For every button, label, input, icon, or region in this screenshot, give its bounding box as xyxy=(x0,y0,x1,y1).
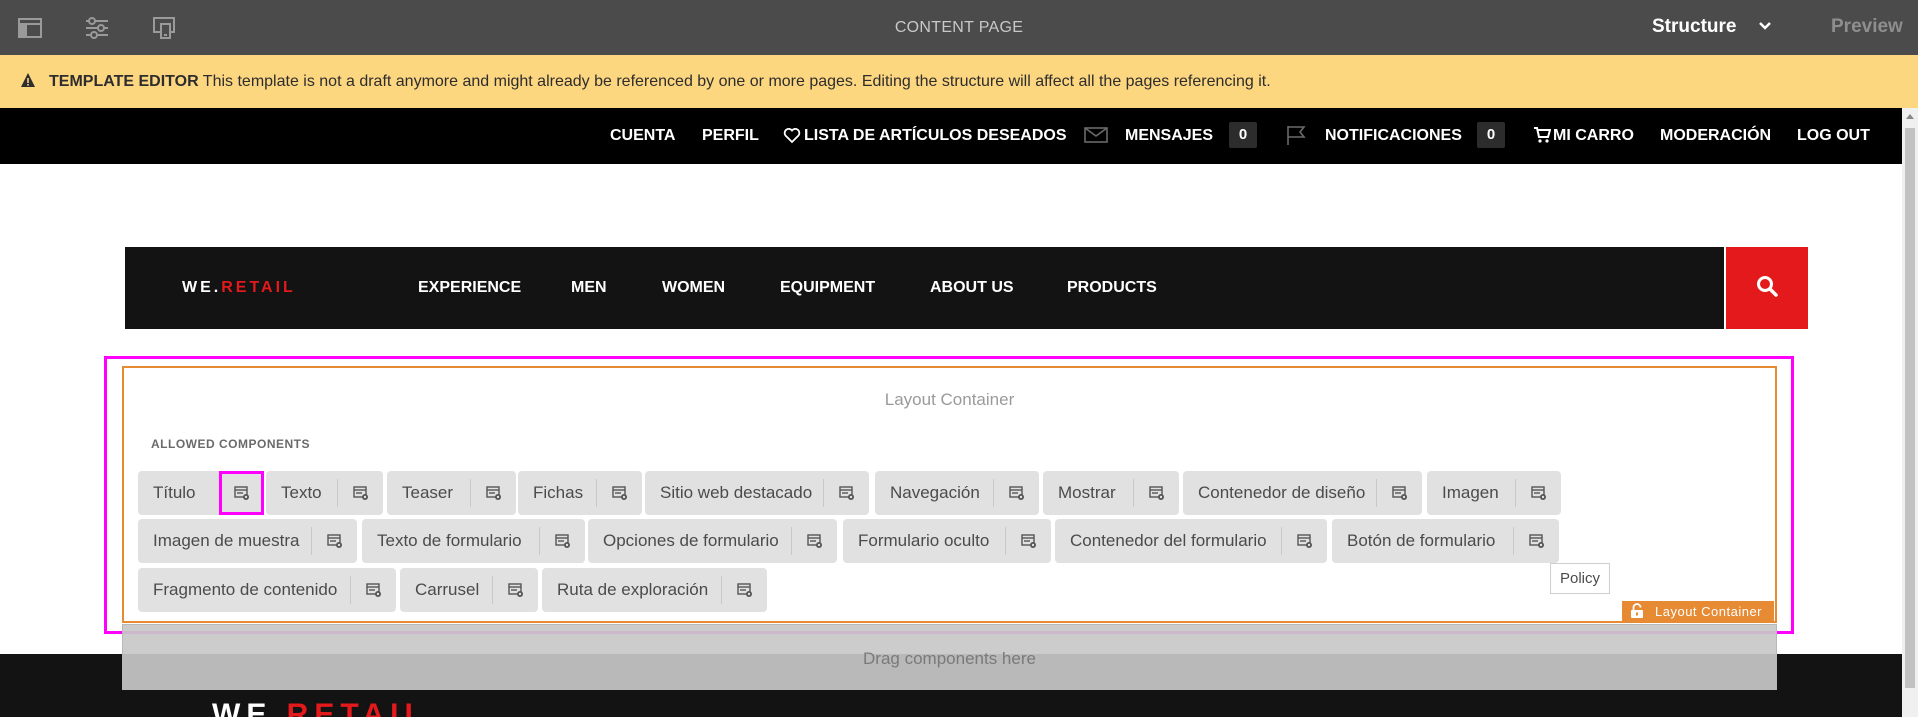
footer-logo: WE.RETAIL xyxy=(212,700,429,717)
component-label: Mostrar xyxy=(1058,483,1116,502)
component-chip[interactable]: Opciones de formulario xyxy=(588,519,837,563)
policy-tooltip: Policy xyxy=(1550,563,1610,594)
nav-moderacion[interactable]: MODERACIÓN xyxy=(1660,108,1771,164)
component-chip[interactable]: Texto xyxy=(266,471,383,515)
nav-perfil[interactable]: PERFIL xyxy=(702,108,759,164)
logo-retail: RETAIL xyxy=(221,279,296,296)
allowed-components-title: ALLOWED COMPONENTS xyxy=(151,437,310,451)
component-chip[interactable]: Título xyxy=(138,471,264,515)
envelope-icon xyxy=(1084,126,1108,144)
policy-icon[interactable] xyxy=(994,471,1039,515)
component-chip[interactable]: Teaser xyxy=(387,471,516,515)
component-label: Contenedor del formulario xyxy=(1070,531,1267,550)
footer-logo-we: WE. xyxy=(212,700,287,717)
component-label: Botón de formulario xyxy=(1347,531,1496,550)
scroll-up-arrow-icon[interactable] xyxy=(1904,110,1916,122)
component-label: Sitio web destacado xyxy=(660,483,813,502)
layout-container-tag-label: Layout Container xyxy=(1655,604,1763,619)
footer-logo-retail: RETAIL xyxy=(286,700,429,717)
policy-icon[interactable] xyxy=(351,568,396,612)
component-chip[interactable]: Imagen xyxy=(1427,471,1561,515)
policy-icon[interactable] xyxy=(540,519,585,563)
layout-container-title: Layout Container xyxy=(884,390,1015,409)
banner-label: TEMPLATE EDITOR xyxy=(49,73,199,90)
policy-icon[interactable] xyxy=(1377,471,1422,515)
heart-icon xyxy=(783,126,801,144)
main-nav-about-us[interactable]: ABOUT US xyxy=(930,247,1014,329)
component-chip[interactable]: Formulario oculto xyxy=(843,519,1051,563)
nav-mi-carro[interactable]: MI CARRO xyxy=(1553,108,1634,164)
mensajes-count-badge: 0 xyxy=(1229,122,1257,148)
component-chip[interactable]: Navegación xyxy=(875,471,1039,515)
main-nav-men[interactable]: MEN xyxy=(571,247,607,329)
component-chip[interactable]: Fragmento de contenido xyxy=(138,568,396,612)
banner-message: TEMPLATE EDITOR This template is not a d… xyxy=(49,55,1271,108)
policy-icon[interactable] xyxy=(1516,471,1561,515)
main-nav-women[interactable]: WOMEN xyxy=(662,247,725,329)
component-label: Texto de formulario xyxy=(377,531,522,550)
site-header xyxy=(125,247,1724,329)
policy-icon[interactable] xyxy=(1282,519,1327,563)
flag-icon xyxy=(1285,124,1307,146)
policy-icon[interactable] xyxy=(1514,519,1559,563)
page-title: CONTENT PAGE xyxy=(894,19,1024,36)
component-chip[interactable]: Carrusel xyxy=(400,568,538,612)
search-button[interactable] xyxy=(1726,247,1808,329)
component-chip[interactable]: Texto de formulario xyxy=(362,519,585,563)
drag-zone-label: Drag components here xyxy=(863,649,1036,668)
component-chip[interactable]: Ruta de exploración xyxy=(542,568,767,612)
nav-log-out[interactable]: LOG OUT xyxy=(1797,108,1870,164)
component-label: Contenedor de diseño xyxy=(1198,483,1366,502)
nav-notificaciones[interactable]: NOTIFICACIONES xyxy=(1325,108,1462,164)
nav-cuenta[interactable]: CUENTA xyxy=(610,108,675,164)
preview-button[interactable]: Preview xyxy=(1831,14,1903,40)
cart-icon xyxy=(1533,126,1552,144)
component-label: Imagen xyxy=(1442,483,1499,502)
main-nav-experience[interactable]: EXPERIENCE xyxy=(418,247,521,329)
main-nav-equipment[interactable]: EQUIPMENT xyxy=(780,247,875,329)
policy-icon[interactable] xyxy=(792,519,837,563)
component-label: Fragmento de contenido xyxy=(153,580,338,599)
component-chip[interactable]: Botón de formulario xyxy=(1332,519,1559,563)
component-chip[interactable]: Mostrar xyxy=(1043,471,1179,515)
logo-we: WE. xyxy=(182,279,222,296)
notificaciones-count-badge: 0 xyxy=(1477,122,1505,148)
scrollbar-thumb[interactable] xyxy=(1905,128,1915,688)
policy-icon[interactable] xyxy=(597,471,642,515)
policy-icon[interactable] xyxy=(1134,471,1179,515)
component-label: Título xyxy=(153,483,196,502)
mode-selector[interactable]: Structure xyxy=(1652,14,1736,40)
policy-icon[interactable] xyxy=(824,471,869,515)
component-chip[interactable]: Contenedor de diseño xyxy=(1183,471,1422,515)
alert-icon xyxy=(20,72,36,88)
component-label: Imagen de muestra xyxy=(153,531,300,550)
nav-mensajes[interactable]: MENSAJES xyxy=(1125,108,1213,164)
banner-text: This template is not a draft anymore and… xyxy=(202,73,1271,90)
component-label: Ruta de exploración xyxy=(557,580,709,599)
unlock-icon xyxy=(1630,603,1644,619)
component-label: Texto xyxy=(281,483,322,502)
component-chip[interactable]: Sitio web destacado xyxy=(645,471,869,515)
component-label: Carrusel xyxy=(415,580,480,599)
component-chip[interactable]: Contenedor del formulario xyxy=(1055,519,1327,563)
main-nav-products[interactable]: PRODUCTS xyxy=(1067,247,1157,329)
chevron-down-icon[interactable] xyxy=(1756,17,1774,35)
component-label: Navegación xyxy=(890,483,980,502)
policy-icon[interactable] xyxy=(493,568,538,612)
nav-wishlist[interactable]: LISTA DE ARTÍCULOS DESEADOS xyxy=(804,108,1067,164)
policy-icon[interactable] xyxy=(722,568,767,612)
policy-icon[interactable] xyxy=(338,471,383,515)
policy-icon[interactable] xyxy=(471,471,516,515)
policy-icon[interactable] xyxy=(219,471,264,515)
component-label: Teaser xyxy=(402,483,454,502)
site-logo[interactable]: WE.RETAIL xyxy=(182,247,296,329)
component-label: Fichas xyxy=(533,483,584,502)
component-label: Opciones de formulario xyxy=(603,531,779,550)
component-chip[interactable]: Imagen de muestra xyxy=(138,519,357,563)
component-label: Formulario oculto xyxy=(858,531,990,550)
component-chip[interactable]: Fichas xyxy=(518,471,642,515)
search-icon xyxy=(1755,274,1779,303)
policy-icon[interactable] xyxy=(312,519,357,563)
policy-icon[interactable] xyxy=(1006,519,1051,563)
